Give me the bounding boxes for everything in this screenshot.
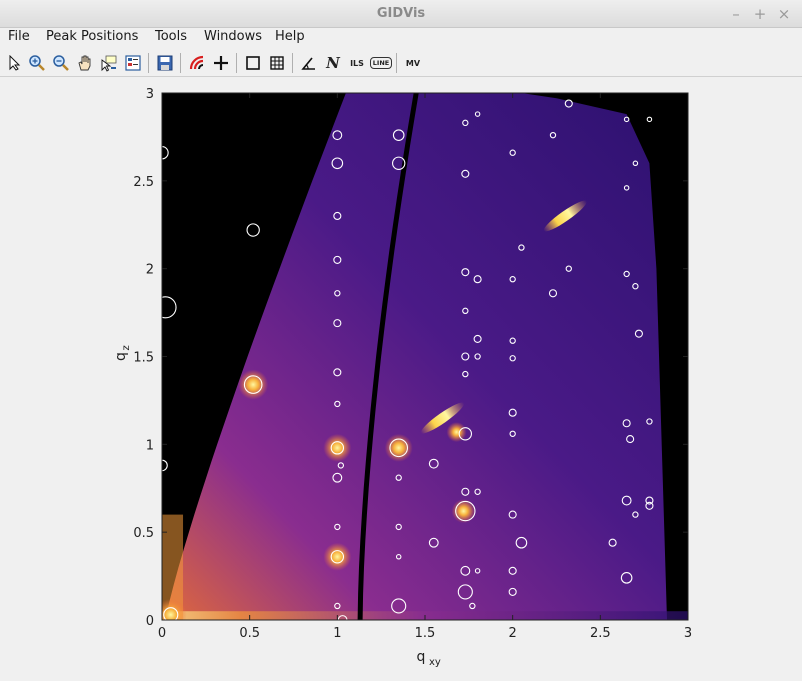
x-tick-label: 0 [158, 626, 166, 641]
menu-tools-label: Tools [155, 29, 188, 44]
save-icon [157, 55, 173, 71]
y-axis-label-group: qz [113, 345, 132, 361]
y-tick-label: 1.5 [133, 351, 154, 366]
angle-icon [301, 57, 315, 70]
y-tick-label: 0 [146, 614, 154, 629]
zoom-in-icon [29, 55, 45, 71]
data-cursor-tool[interactable] [98, 51, 120, 75]
mv-tool[interactable]: MV [402, 51, 424, 75]
menu-windows-label: Windows [204, 29, 263, 44]
toolbar-separator [396, 53, 397, 73]
gid-plot[interactable]: 0 0.5 1 1.5 2 2.5 300.511.522.53q xyqz [0, 78, 802, 681]
title-bar: GIDVis – + × [0, 0, 802, 28]
toolbar-separator [148, 53, 149, 73]
y-axis-label: q [113, 352, 129, 361]
data-cursor-icon [101, 55, 117, 72]
toolbar-separator [292, 53, 293, 73]
y-tick-label: 2 [146, 263, 154, 278]
box-tool[interactable] [242, 51, 264, 75]
menu-file-label: File [8, 29, 30, 44]
bright-spot [446, 422, 467, 443]
y-tick-label: 1 [146, 438, 154, 453]
ils-icon: ILS [350, 58, 364, 68]
x-axis-label: q [417, 649, 426, 665]
x-axis-label-subscript: xy [429, 657, 441, 668]
line-tool[interactable]: LINE [369, 51, 393, 75]
y-tick-label: 2.5 [133, 175, 154, 190]
pan-tool[interactable] [74, 51, 96, 75]
x-tick-label: 1 [333, 626, 341, 641]
y-axis-label-subscript: z [121, 345, 132, 350]
bright-spot [384, 433, 413, 462]
x-tick-label: 0.5 [239, 626, 260, 641]
menu-bar: File Peak Positions Tools Windows Help [0, 28, 802, 48]
x-tick-label: 2.5 [590, 626, 611, 641]
crosshair-tool[interactable] [210, 51, 232, 75]
save-tool[interactable] [154, 51, 176, 75]
mv-icon: MV [405, 58, 421, 68]
x-tick-label: 3 [684, 626, 692, 641]
hand-icon [78, 55, 91, 71]
toolbar: N ILS LINE MV [0, 49, 802, 77]
grid-tool[interactable] [266, 51, 288, 75]
close-button[interactable]: × [774, 4, 794, 24]
app-window: GIDVis – + × File Peak Positions Tools W… [0, 0, 802, 681]
n-icon: N [326, 54, 340, 72]
plus-icon [214, 56, 228, 70]
ils-tool[interactable]: ILS [346, 51, 368, 75]
legend-tool[interactable] [122, 51, 144, 75]
pointer-icon [9, 55, 21, 71]
square-icon [246, 56, 260, 70]
y-tick-label: 0.5 [133, 526, 154, 541]
menu-peak-positions[interactable]: Peak Positions [46, 29, 138, 44]
menu-help-label: Help [275, 29, 305, 44]
ring-tool[interactable] [186, 51, 208, 75]
menu-peak-positions-label: Peak Positions [46, 29, 139, 44]
menu-windows[interactable]: Windows [204, 29, 262, 44]
menu-help[interactable]: Help [275, 29, 305, 44]
zoom-in-tool[interactable] [26, 51, 48, 75]
toolbar-separator [180, 53, 181, 73]
zoom-out-tool[interactable] [50, 51, 72, 75]
x-tick-label: 1.5 [415, 626, 436, 641]
arc-icon [189, 55, 204, 70]
x-tick-label: 2 [509, 626, 517, 641]
n-tool[interactable]: N [322, 51, 344, 75]
zoom-out-icon [53, 55, 69, 71]
window-title: GIDVis [376, 6, 426, 21]
toolbar-separator [236, 53, 237, 73]
angle-tool[interactable] [298, 51, 320, 75]
bright-spot [323, 542, 352, 571]
minimize-button[interactable]: – [726, 4, 746, 24]
menu-tools[interactable]: Tools [155, 29, 187, 44]
legend-icon [125, 55, 141, 71]
line-icon: LINE [369, 57, 393, 69]
bright-spot [238, 369, 269, 400]
bright-spot [323, 433, 352, 462]
maximize-button[interactable]: + [750, 4, 770, 24]
grid-icon [270, 56, 284, 70]
menu-file[interactable]: File [8, 29, 30, 44]
y-tick-label: 3 [146, 87, 154, 102]
select-tool[interactable] [4, 51, 26, 75]
